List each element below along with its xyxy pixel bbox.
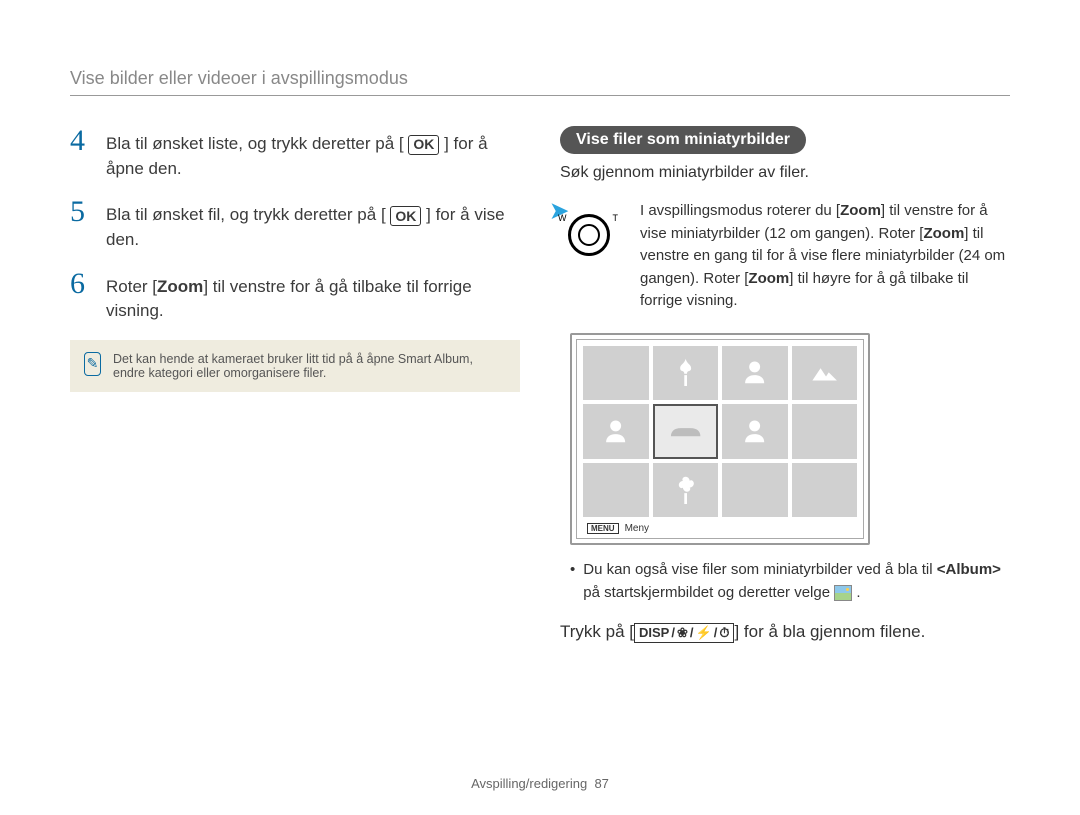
step-5: 5 Bla til ønsket fil, og trykk deretter … (70, 197, 520, 252)
zoom-bold: Zoom (840, 202, 881, 219)
page-footer: Avspilling/redigering 87 (0, 776, 1080, 791)
step-number: 5 (70, 197, 92, 227)
right-column: Vise filer som miniatyrbilder Søk gjenno… (560, 126, 1010, 643)
step-number: 4 (70, 126, 92, 156)
step-number: 6 (70, 269, 92, 299)
thumb-person-icon (722, 404, 788, 459)
sep: / (671, 625, 675, 640)
thumbnail-grid (583, 346, 857, 518)
t: ] for å bla gjennom filene. (734, 622, 925, 641)
disp-button-glyph: DISP/❀/⚡/⏱ (634, 623, 734, 643)
zoom-dial-diagram: ➤ W T (560, 200, 620, 260)
breadcrumb: Vise bilder eller videoer i avspillingsm… (70, 68, 1010, 96)
bullet-note: • Du kan også vise filer som miniatyrbil… (570, 559, 1010, 604)
thumb-flower-icon (653, 463, 719, 518)
t: . (852, 584, 860, 601)
note-box: ✎ Det kan hende at kameraet bruker litt … (70, 340, 520, 392)
t: Trykk på [ (560, 622, 634, 641)
thumb-palm-icon (653, 346, 719, 401)
menu-label: Meny (625, 523, 649, 534)
dial-icon (568, 214, 610, 256)
disp-label: DISP (639, 625, 669, 640)
timer-icon: ⏱ (719, 625, 729, 641)
step-text-pre: Bla til ønsket fil, og trykk deretter på… (106, 205, 386, 224)
zoom-bold: Zoom (157, 277, 203, 296)
thumb-person-icon (583, 404, 649, 459)
step-6: 6 Roter [Zoom] til venstre for å gå tilb… (70, 269, 520, 324)
flash-icon: ⚡ (696, 625, 712, 641)
thumbnail-screen: MENU Meny (570, 333, 870, 546)
footer-section: Avspilling/redigering (471, 776, 587, 791)
zoom-instruction-row: ➤ W T I avspillingsmodus roterer du [Zoo… (560, 200, 1010, 313)
album-bold: <Album> (937, 561, 1001, 578)
macro-icon: ❀ (677, 625, 688, 641)
left-column: 4 Bla til ønsket liste, og trykk derette… (70, 126, 520, 643)
step-text-pre: Roter [ (106, 277, 157, 296)
t: på startskjermbildet og deretter velge (583, 584, 834, 601)
bullet-icon: • (570, 559, 575, 604)
zoom-instruction-text: I avspillingsmodus roterer du [Zoom] til… (640, 200, 1010, 313)
ok-button-glyph: OK (408, 135, 439, 155)
section-subtext: Søk gjennom miniatyrbilder av filer. (560, 164, 1010, 182)
dial-w-label: W (558, 212, 567, 226)
step-text-pre: Bla til ønsket liste, og trykk deretter … (106, 134, 404, 153)
t: I avspillingsmodus roterer du [ (640, 202, 840, 219)
menu-bar: MENU Meny (583, 517, 857, 538)
zoom-bold: Zoom (748, 270, 789, 287)
dial-t-label: T (613, 212, 619, 226)
zoom-bold: Zoom (923, 225, 964, 242)
album-app-icon (834, 585, 852, 601)
navigation-instruction: Trykk på [ DISP/❀/⚡/⏱ ] for å bla gjenno… (560, 622, 1010, 643)
t: Du kan også vise filer som miniatyrbilde… (583, 561, 936, 578)
note-icon: ✎ (84, 352, 101, 376)
footer-page-number: 87 (594, 776, 608, 791)
thumb (583, 346, 649, 401)
step-4: 4 Bla til ønsket liste, og trykk derette… (70, 126, 520, 181)
note-text: Det kan hende at kameraet bruker litt ti… (113, 352, 506, 380)
thumb-person-icon (722, 346, 788, 401)
section-pill: Vise filer som miniatyrbilder (560, 126, 806, 154)
thumb (722, 463, 788, 518)
thumb (792, 404, 858, 459)
sep: / (714, 625, 718, 640)
menu-button-glyph: MENU (587, 523, 619, 534)
sep: / (690, 625, 694, 640)
thumb (583, 463, 649, 518)
ok-button-glyph: OK (390, 206, 421, 226)
thumb-mountain-icon (792, 346, 858, 401)
thumb (792, 463, 858, 518)
thumb-selected-car-icon (653, 404, 719, 459)
